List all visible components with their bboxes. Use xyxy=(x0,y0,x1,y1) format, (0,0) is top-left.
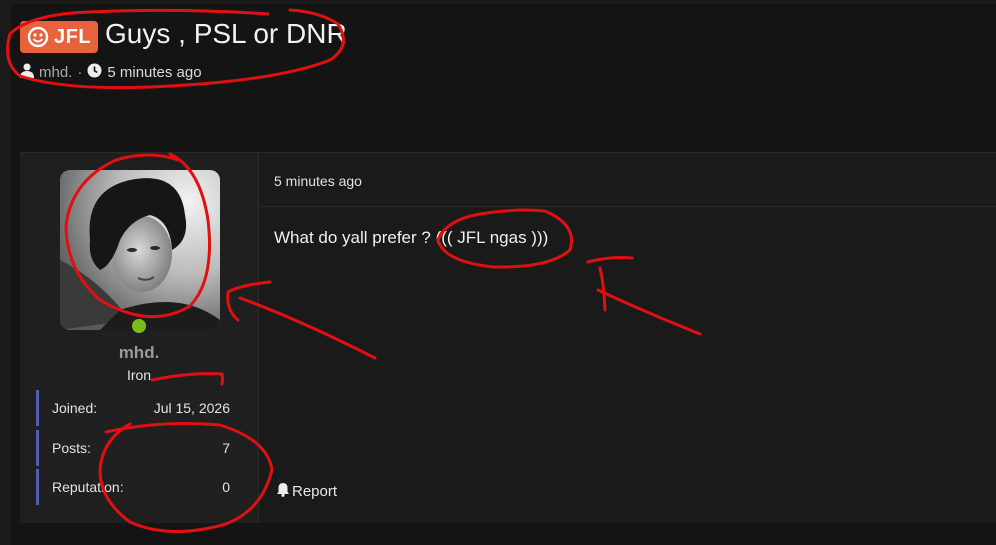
stat-value: Jul 15, 2026 xyxy=(153,400,230,416)
stat-posts: Posts: 7 xyxy=(36,430,241,466)
bell-icon xyxy=(276,482,290,501)
report-button[interactable]: Report xyxy=(276,482,337,501)
thread-prefix-badge[interactable]: JFL xyxy=(20,21,98,53)
user-icon xyxy=(20,63,34,82)
thread-title: Guys , PSL or DNR xyxy=(105,18,347,49)
stat-label: Posts: xyxy=(52,440,91,456)
stat-joined: Joined: Jul 15, 2026 xyxy=(36,390,241,426)
stat-reputation: Reputation: 0 xyxy=(36,469,241,505)
online-status-indicator xyxy=(130,317,148,335)
prefix-label: JFL xyxy=(54,25,92,48)
thread-meta: mhd. · 5 minutes ago xyxy=(20,62,202,82)
meta-separator: · xyxy=(77,63,83,81)
stat-label: Reputation: xyxy=(52,479,124,495)
post-content: 5 minutes ago What do yall prefer ? ((( … xyxy=(260,153,996,523)
post-message: What do yall prefer ? ((( JFL ngas ))) xyxy=(274,228,549,247)
user-rank: Iron xyxy=(126,367,152,383)
post-user-panel: mhd. Iron Joined: Jul 15, 2026 Posts: 7 … xyxy=(20,153,259,523)
thread-time[interactable]: 5 minutes ago xyxy=(107,64,201,81)
avatar[interactable] xyxy=(60,170,220,330)
stat-label: Joined: xyxy=(52,400,98,416)
clock-icon xyxy=(87,63,102,82)
smiley-icon xyxy=(26,25,50,49)
post-timestamp[interactable]: 5 minutes ago xyxy=(274,173,362,189)
stat-value: 0 xyxy=(222,479,230,495)
post-divider xyxy=(260,206,996,207)
thread-author-link[interactable]: mhd. xyxy=(39,64,72,81)
post: mhd. Iron Joined: Jul 15, 2026 Posts: 7 … xyxy=(20,152,996,523)
stat-value: 7 xyxy=(222,440,230,456)
report-label: Report xyxy=(292,483,338,500)
post-username[interactable]: mhd. xyxy=(20,343,258,363)
